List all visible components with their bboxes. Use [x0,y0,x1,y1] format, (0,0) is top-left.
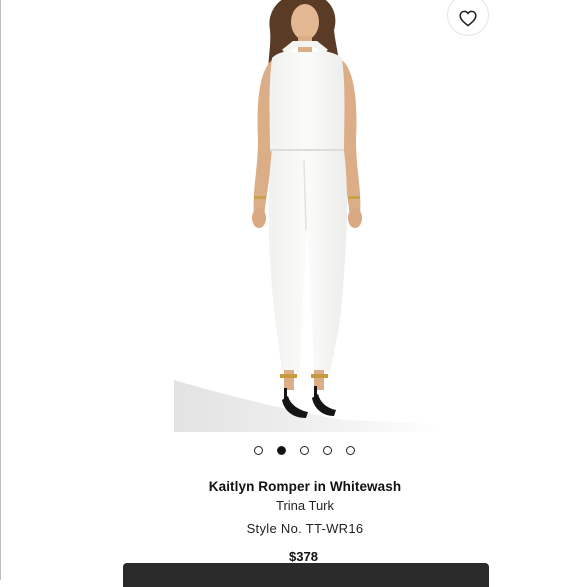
carousel-dot-1[interactable] [254,446,263,455]
carousel-dot-2[interactable] [277,446,286,455]
bottom-action-bar[interactable] [123,563,489,587]
carousel-dot-3[interactable] [300,446,309,455]
product-image[interactable] [174,0,444,432]
product-price: $378 [289,549,318,564]
carousel-dot-4[interactable] [323,446,332,455]
product-page: Kaitlyn Romper in Whitewash Trina Turk S… [0,0,580,587]
style-number: Style No. TT-WR16 [246,521,364,536]
product-title: Kaitlyn Romper in Whitewash [208,479,402,494]
carousel-dot-5[interactable] [346,446,355,455]
favorite-button[interactable] [447,0,489,36]
product-brand[interactable]: Trina Turk [0,498,580,513]
carousel-dots [254,446,355,455]
heart-icon [459,10,477,26]
